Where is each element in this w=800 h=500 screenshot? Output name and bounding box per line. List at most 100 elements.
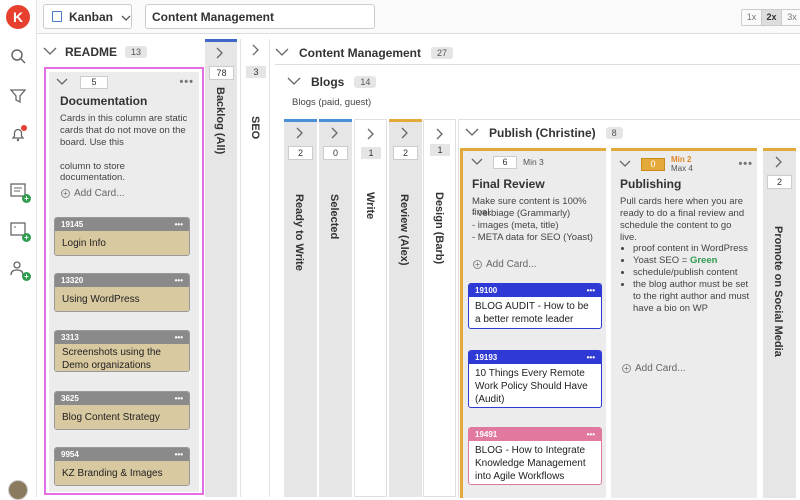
- documentation-column: 5 ••• Documentation Cards in this column…: [44, 67, 204, 495]
- chevron-down-icon[interactable]: [287, 76, 301, 88]
- plus-circle-icon: +: [622, 363, 631, 373]
- column-count: 2: [393, 146, 418, 160]
- publish-lane-header[interactable]: Publish (Christine) 8: [465, 124, 715, 142]
- view-selector[interactable]: Kanban: [43, 4, 132, 29]
- review-alex-column[interactable]: 2 Review (Alex): [389, 119, 422, 497]
- chevron-down-icon[interactable]: [56, 76, 68, 88]
- more-options-icon[interactable]: •••: [587, 353, 595, 362]
- column-description: Pull cards here when you are ready to do…: [620, 196, 745, 243]
- more-options-icon[interactable]: •••: [587, 286, 595, 295]
- more-options-icon[interactable]: •••: [179, 76, 194, 88]
- column-title: Publishing: [620, 177, 682, 191]
- chevron-down-icon: [121, 10, 131, 24]
- add-card-button[interactable]: + Add Card...: [467, 254, 601, 274]
- add-board-icon[interactable]: +: [8, 180, 31, 203]
- search-icon[interactable]: [8, 46, 28, 66]
- chevron-down-icon[interactable]: [619, 158, 631, 170]
- chevron-down-icon[interactable]: [465, 127, 479, 139]
- more-options-icon[interactable]: •••: [175, 394, 183, 403]
- app-logo[interactable]: K: [6, 5, 30, 29]
- backlog-column[interactable]: 78 Backlog (All): [205, 39, 237, 497]
- wip-max: Max 4: [671, 164, 693, 173]
- column-header: 6 Min 3: [471, 155, 601, 169]
- avatar[interactable]: [8, 480, 28, 500]
- doc-card[interactable]: 13320 ••• Using WordPress: [54, 273, 190, 312]
- card-id: 19100: [475, 286, 498, 295]
- column-title: Documentation: [60, 94, 148, 108]
- notification-bell-icon[interactable]: [8, 124, 28, 144]
- card-title: 10 Things Every Remote Work Policy Shoul…: [475, 368, 588, 405]
- chevron-right-icon[interactable]: [436, 128, 444, 143]
- kanban-board: README 13 5 ••• Documentation Cards in t…: [37, 34, 800, 498]
- chevron-down-icon[interactable]: [43, 46, 57, 58]
- wip-limits: Min 2 Max 4: [671, 155, 693, 173]
- board-selector[interactable]: Content Management: [145, 4, 375, 29]
- lane-title: Blogs: [311, 75, 345, 89]
- chevron-down-icon[interactable]: [275, 47, 289, 59]
- more-options-icon[interactable]: •••: [738, 158, 753, 170]
- column-title: Write: [364, 192, 376, 220]
- chevron-right-icon[interactable]: [401, 127, 409, 142]
- description-bullet: schedule/publish content: [633, 267, 750, 279]
- chevron-right-icon[interactable]: [775, 156, 783, 171]
- lane-count: 13: [125, 46, 148, 58]
- lane-subtitle: Blogs (paid, guest): [292, 97, 372, 108]
- column-title: Design (Barb): [433, 192, 445, 265]
- column-count: 5: [80, 75, 108, 89]
- zoom-1x[interactable]: 1x: [742, 10, 762, 25]
- more-options-icon[interactable]: •••: [587, 430, 595, 439]
- add-card-button[interactable]: + Add Card...: [616, 358, 750, 378]
- chevron-right-icon[interactable]: [252, 44, 260, 59]
- doc-card[interactable]: 9954 ••• KZ Branding & Images: [54, 447, 190, 486]
- chevron-right-icon[interactable]: [367, 128, 375, 143]
- readme-lane-header[interactable]: README 13: [43, 42, 203, 62]
- more-options-icon[interactable]: •••: [175, 333, 183, 342]
- column-header: 5 •••: [56, 74, 194, 90]
- board-name: Content Management: [152, 9, 275, 24]
- top-toolbar: Kanban Content Management 1x 2x 3x: [37, 0, 800, 34]
- description-bullet: - images (meta, title): [472, 220, 559, 231]
- ready-to-write-column[interactable]: 2 Ready to Write: [284, 119, 317, 497]
- column-title: Backlog (All): [214, 87, 226, 155]
- design-barb-column[interactable]: 1 Design (Barb): [423, 119, 456, 497]
- column-header: 0 Min 2 Max 4 •••: [619, 154, 753, 174]
- chevron-down-icon[interactable]: [471, 156, 483, 168]
- content-management-lane-header[interactable]: Content Management 27: [275, 44, 575, 62]
- blog-card[interactable]: 19491 ••• BLOG - How to Integrate Knowled…: [468, 427, 602, 485]
- chevron-right-icon[interactable]: [296, 127, 304, 142]
- add-card-button[interactable]: + Add Card...: [55, 183, 189, 203]
- blog-card[interactable]: 19100 ••• BLOG AUDIT - How to be a better…: [468, 283, 602, 329]
- description-bullet: - META data for SEO (Yoast): [472, 232, 593, 243]
- write-column[interactable]: 1 Write: [354, 119, 387, 497]
- column-count: 0: [641, 157, 665, 171]
- doc-card[interactable]: 19145 ••• Login Info: [54, 217, 190, 256]
- lane-title: SEO: [249, 116, 261, 140]
- zoom-2x[interactable]: 2x: [762, 10, 782, 25]
- chevron-right-icon[interactable]: [331, 127, 339, 142]
- card-id: 19491: [475, 430, 498, 439]
- wip-min: Min 2: [671, 155, 692, 164]
- more-options-icon[interactable]: •••: [175, 450, 183, 459]
- card-title: Blog Content Strategy: [55, 405, 189, 429]
- lane-title: Publish (Christine): [489, 126, 596, 140]
- blog-card[interactable]: 19193 ••• 10 Things Every Remote Work Pol…: [468, 350, 602, 408]
- column-title: Final Review: [472, 177, 545, 191]
- seo-lane[interactable]: 3 SEO: [240, 39, 270, 497]
- column-title: Promote on Social Media: [772, 226, 784, 357]
- doc-card[interactable]: 3313 ••• Screenshots using the Demo organ…: [54, 330, 190, 372]
- chevron-right-icon[interactable]: [216, 47, 224, 62]
- column-count: 0: [323, 146, 348, 160]
- add-card-icon[interactable]: +: [8, 219, 31, 242]
- blogs-lane-header[interactable]: Blogs 14: [287, 73, 487, 91]
- selected-column[interactable]: 0 Selected: [319, 119, 352, 497]
- doc-card[interactable]: 3625 ••• Blog Content Strategy: [54, 391, 190, 430]
- promote-column[interactable]: 2 Promote on Social Media: [763, 148, 796, 498]
- more-options-icon[interactable]: •••: [175, 276, 183, 285]
- more-options-icon[interactable]: •••: [175, 220, 183, 229]
- lane-count: 27: [431, 47, 454, 59]
- zoom-control: 1x 2x 3x: [741, 9, 800, 26]
- plus-circle-icon: +: [473, 259, 482, 269]
- zoom-3x[interactable]: 3x: [782, 10, 800, 25]
- filter-icon[interactable]: [8, 86, 28, 106]
- add-user-icon[interactable]: +: [8, 258, 31, 281]
